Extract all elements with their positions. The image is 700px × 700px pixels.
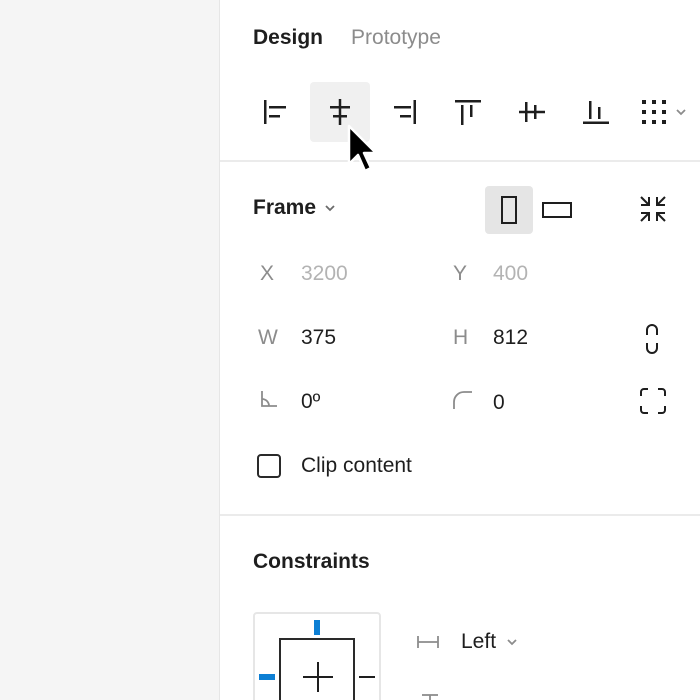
rotation-field[interactable]: 0º bbox=[260, 390, 320, 414]
align-bottom-icon bbox=[583, 101, 609, 124]
h-label: H bbox=[453, 326, 469, 349]
w-label: W bbox=[258, 326, 278, 349]
mouse-cursor-icon bbox=[347, 124, 378, 173]
constraint-inner-box bbox=[279, 638, 355, 700]
independent-corners-icon bbox=[640, 388, 666, 414]
corner-radius-field[interactable]: 0 bbox=[453, 390, 505, 416]
horizontal-constraint-value: Left bbox=[461, 630, 497, 653]
align-top-icon bbox=[455, 100, 481, 125]
align-right-button[interactable] bbox=[372, 82, 436, 142]
vertical-constraint-icon bbox=[420, 694, 440, 700]
design-panel: Design Prototype Frame X 3200 Y 400 W 37… bbox=[219, 0, 700, 700]
y-value[interactable]: 400 bbox=[493, 262, 528, 286]
h-value[interactable]: 812 bbox=[493, 326, 528, 350]
constraint-top-indicator[interactable] bbox=[314, 620, 320, 635]
portrait-icon bbox=[501, 196, 517, 224]
constraints-widget[interactable] bbox=[253, 612, 381, 700]
section-divider bbox=[220, 514, 700, 516]
link-icon bbox=[646, 324, 658, 354]
constraint-center-horizontal[interactable] bbox=[303, 676, 333, 678]
rotation-value[interactable]: 0º bbox=[301, 390, 320, 414]
clip-content-label[interactable]: Clip content bbox=[301, 454, 412, 478]
landscape-icon bbox=[542, 202, 572, 218]
corner-radius-icon bbox=[453, 390, 493, 416]
resize-to-fit-icon bbox=[640, 196, 666, 222]
x-field[interactable]: X 3200 bbox=[260, 262, 348, 286]
corner-radius-value[interactable]: 0 bbox=[493, 391, 505, 415]
alignment-toolbar bbox=[244, 82, 700, 142]
align-bottom-button[interactable] bbox=[564, 82, 628, 142]
horizontal-constraint-dropdown[interactable]: Left bbox=[417, 630, 520, 654]
h-field[interactable]: H 812 bbox=[453, 326, 528, 350]
x-value[interactable]: 3200 bbox=[301, 262, 348, 286]
canvas-area[interactable] bbox=[0, 0, 219, 700]
chevron-down-icon bbox=[507, 639, 517, 646]
distribute-grid-icon bbox=[642, 100, 666, 124]
frame-label: Frame bbox=[253, 196, 317, 219]
x-label: X bbox=[260, 262, 275, 285]
landscape-button[interactable] bbox=[533, 186, 581, 234]
align-vertical-center-icon bbox=[519, 102, 545, 122]
constraints-title: Constraints bbox=[253, 550, 370, 573]
distribute-button[interactable] bbox=[628, 82, 700, 142]
align-left-button[interactable] bbox=[244, 82, 308, 142]
y-field[interactable]: Y 400 bbox=[453, 262, 528, 286]
independent-corners-button[interactable] bbox=[638, 386, 668, 416]
y-label: Y bbox=[453, 262, 468, 285]
resize-to-fit-button[interactable] bbox=[636, 192, 670, 226]
align-top-button[interactable] bbox=[436, 82, 500, 142]
align-vertical-center-button[interactable] bbox=[500, 82, 564, 142]
clip-content-checkbox[interactable] bbox=[257, 454, 281, 478]
align-left-icon bbox=[264, 100, 286, 124]
align-horizontal-center-icon bbox=[330, 99, 350, 125]
horizontal-constraint-icon bbox=[417, 635, 461, 649]
portrait-button[interactable] bbox=[485, 186, 533, 234]
tab-prototype[interactable]: Prototype bbox=[351, 26, 441, 50]
frame-preset-dropdown[interactable]: Frame bbox=[253, 196, 338, 220]
w-value[interactable]: 375 bbox=[301, 326, 336, 350]
rotation-icon bbox=[260, 390, 301, 414]
w-field[interactable]: W 375 bbox=[258, 326, 336, 350]
panel-tabs: Design Prototype bbox=[253, 26, 441, 50]
align-right-icon bbox=[394, 100, 416, 124]
constraint-left-indicator[interactable] bbox=[259, 674, 275, 680]
chevron-down-icon bbox=[676, 109, 686, 116]
section-divider bbox=[220, 160, 700, 162]
constraint-right-indicator[interactable] bbox=[359, 676, 375, 678]
chevron-down-icon bbox=[325, 205, 335, 212]
tab-design[interactable]: Design bbox=[253, 26, 323, 50]
constrain-proportions-button[interactable] bbox=[640, 322, 664, 356]
